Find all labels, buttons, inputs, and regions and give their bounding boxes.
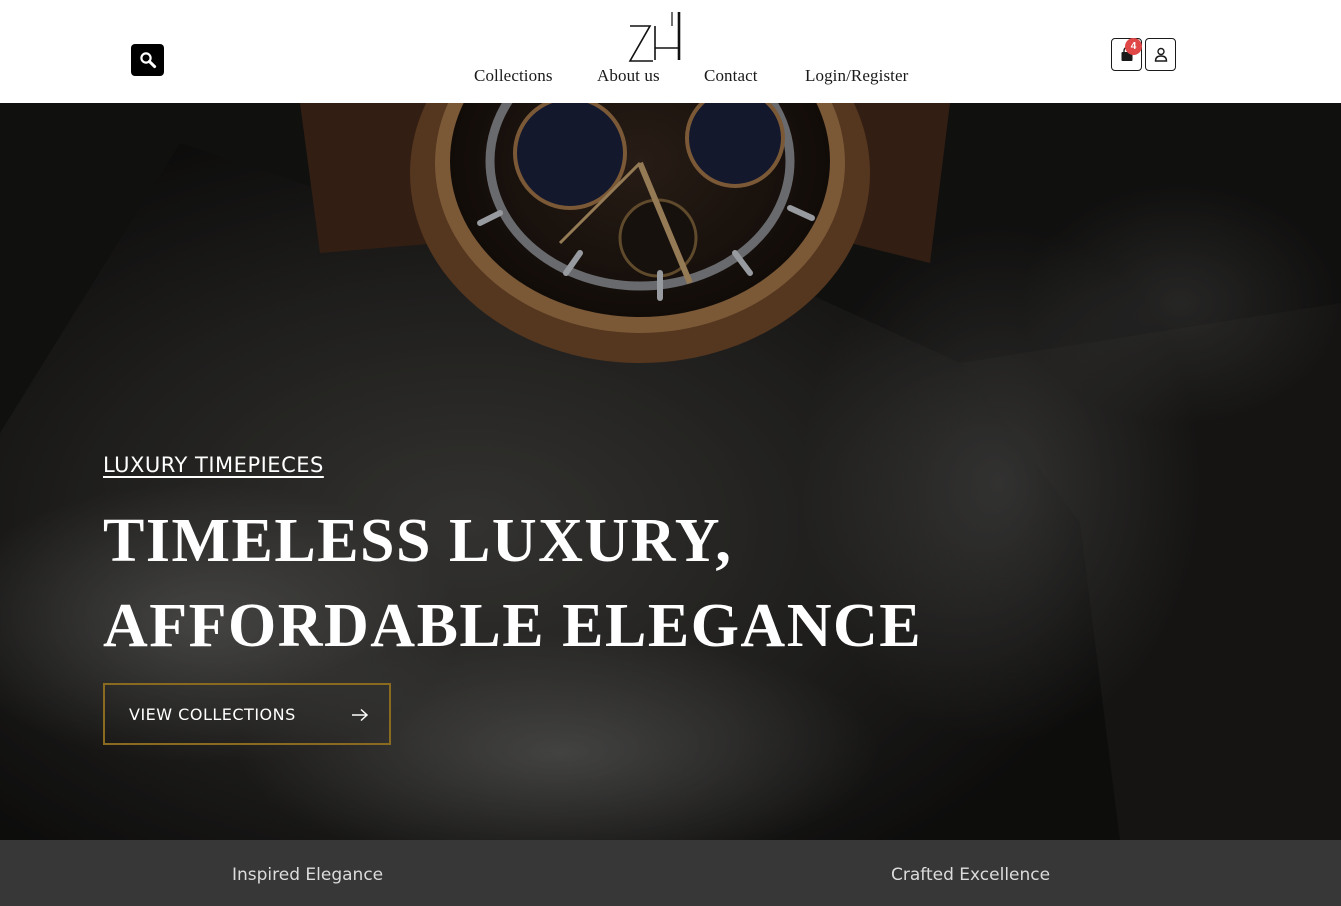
- nav-item-about-us[interactable]: About us: [597, 66, 660, 86]
- view-collections-label: VIEW COLLECTIONS: [129, 705, 296, 724]
- user-icon: [1154, 47, 1167, 62]
- site-header: Collections About us Contact Login/Regis…: [0, 0, 1341, 103]
- arrow-right-icon: [352, 708, 369, 722]
- nav-item-contact[interactable]: Contact: [704, 66, 758, 86]
- feature-title-inspired-elegance: Inspired Elegance: [232, 865, 384, 885]
- hero-section: LUXURY TIMEPIECES TIMELESS LUXURY, AFFOR…: [0, 103, 1341, 840]
- features-strip: Inspired Elegance Crafted Excellence: [0, 840, 1341, 906]
- hero-eyebrow[interactable]: LUXURY TIMEPIECES: [103, 453, 324, 477]
- site-logo[interactable]: [624, 10, 682, 66]
- zh-monogram-logo: [628, 12, 681, 62]
- hero-headline-line-1: TIMELESS LUXURY,: [103, 507, 733, 575]
- hero-headline: TIMELESS LUXURY, AFFORDABLE ELEGANCE: [103, 499, 1003, 669]
- hero-headline-line-2: AFFORDABLE ELEGANCE: [103, 592, 923, 660]
- account-button[interactable]: [1145, 38, 1176, 71]
- cart-count-badge: 4: [1125, 38, 1142, 55]
- feature-title-crafted-excellence: Crafted Excellence: [891, 865, 1051, 885]
- view-collections-button[interactable]: VIEW COLLECTIONS: [103, 683, 391, 745]
- nav-item-collections[interactable]: Collections: [474, 66, 553, 86]
- nav-item-login-register[interactable]: Login/Register: [805, 66, 908, 86]
